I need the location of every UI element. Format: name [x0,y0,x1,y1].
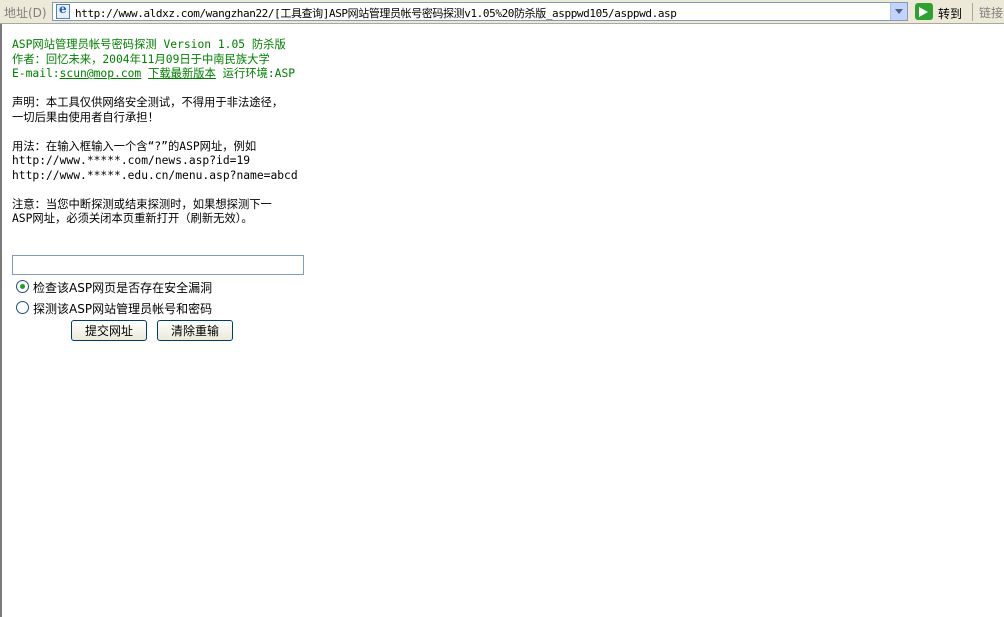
page-icon [56,2,70,19]
email-prefix: E-mail: [12,67,60,80]
links-button[interactable]: 链接 [979,4,1003,21]
radio-check-vulnerability[interactable] [16,280,29,293]
usage-example: http://www.*****.edu.cn/menu.asp?name=ab… [12,168,298,182]
note-line: ASP网址，必须关闭本页重新打开（刷新无效）。 [12,212,253,225]
note: 注意：当您中断探测或结束探测时，如果想探测下一 ASP网址，必须关闭本页重新打开… [12,198,298,227]
toolbar-separator [972,3,973,21]
usage: 用法：在输入框输入一个含“?”的ASP网址，例如 http://www.****… [12,140,298,184]
address-label: 地址(D) [4,6,47,20]
submit-url-button[interactable]: 提交网址 [71,320,147,341]
go-arrow-icon [915,3,933,20]
page-title: ASP网站管理员帐号密码探测 Version 1.05 防杀版 [12,38,286,51]
author-line: 作者：回忆未来，2004年11月09日于中南民族大学 [12,52,270,66]
email-link[interactable]: scun@mop.com [60,67,142,80]
usage-line: 用法：在输入框输入一个含“?”的ASP网址，例如 [12,139,257,153]
page-viewport: ASP网站管理员帐号密码探测 Version 1.05 防杀版 作者：回忆未来，… [0,24,1004,617]
radio-probe-credentials[interactable] [16,301,29,314]
env-text: 运行环境:ASP [222,67,296,80]
page-content: ASP网站管理员帐号密码探测 Version 1.05 防杀版 作者：回忆未来，… [12,38,298,241]
option-label: 检查该ASP网页是否存在安全漏洞 [33,281,213,295]
go-label: 转到 [938,7,963,21]
clear-button[interactable]: 清除重输 [157,320,233,341]
disclaimer-line: 一切后果由使用者自行承担！ [12,110,159,124]
page-header: ASP网站管理员帐号密码探测 Version 1.05 防杀版 作者：回忆未来，… [12,38,298,82]
address-field[interactable]: http://www.aldxz.com/wangzhan22/[工具查询]AS… [52,2,908,21]
download-link[interactable]: 下载最新版本 [148,67,216,80]
url-input[interactable] [12,255,304,275]
disclaimer-line: 声明：本工具仅供网络安全测试，不得用于非法途径， [12,96,284,109]
note-line: 注意：当您中断探测或结束探测时，如果想探测下一 [12,197,272,211]
usage-example: http://www.*****.com/news.asp?id=19 [12,154,251,167]
address-toolbar: 地址(D) http://www.aldxz.com/wangzhan22/[工… [0,0,1004,24]
disclaimer: 声明：本工具仅供网络安全测试，不得用于非法途径， 一切后果由使用者自行承担！ [12,96,298,125]
address-dropdown-button[interactable] [890,3,907,20]
option-label: 探测该ASP网站管理员帐号和密码 [33,302,213,316]
address-url[interactable]: http://www.aldxz.com/wangzhan22/[工具查询]AS… [75,5,677,21]
contact-line: E-mail:scun@mop.com 下载最新版本 运行环境:ASP [12,67,298,82]
